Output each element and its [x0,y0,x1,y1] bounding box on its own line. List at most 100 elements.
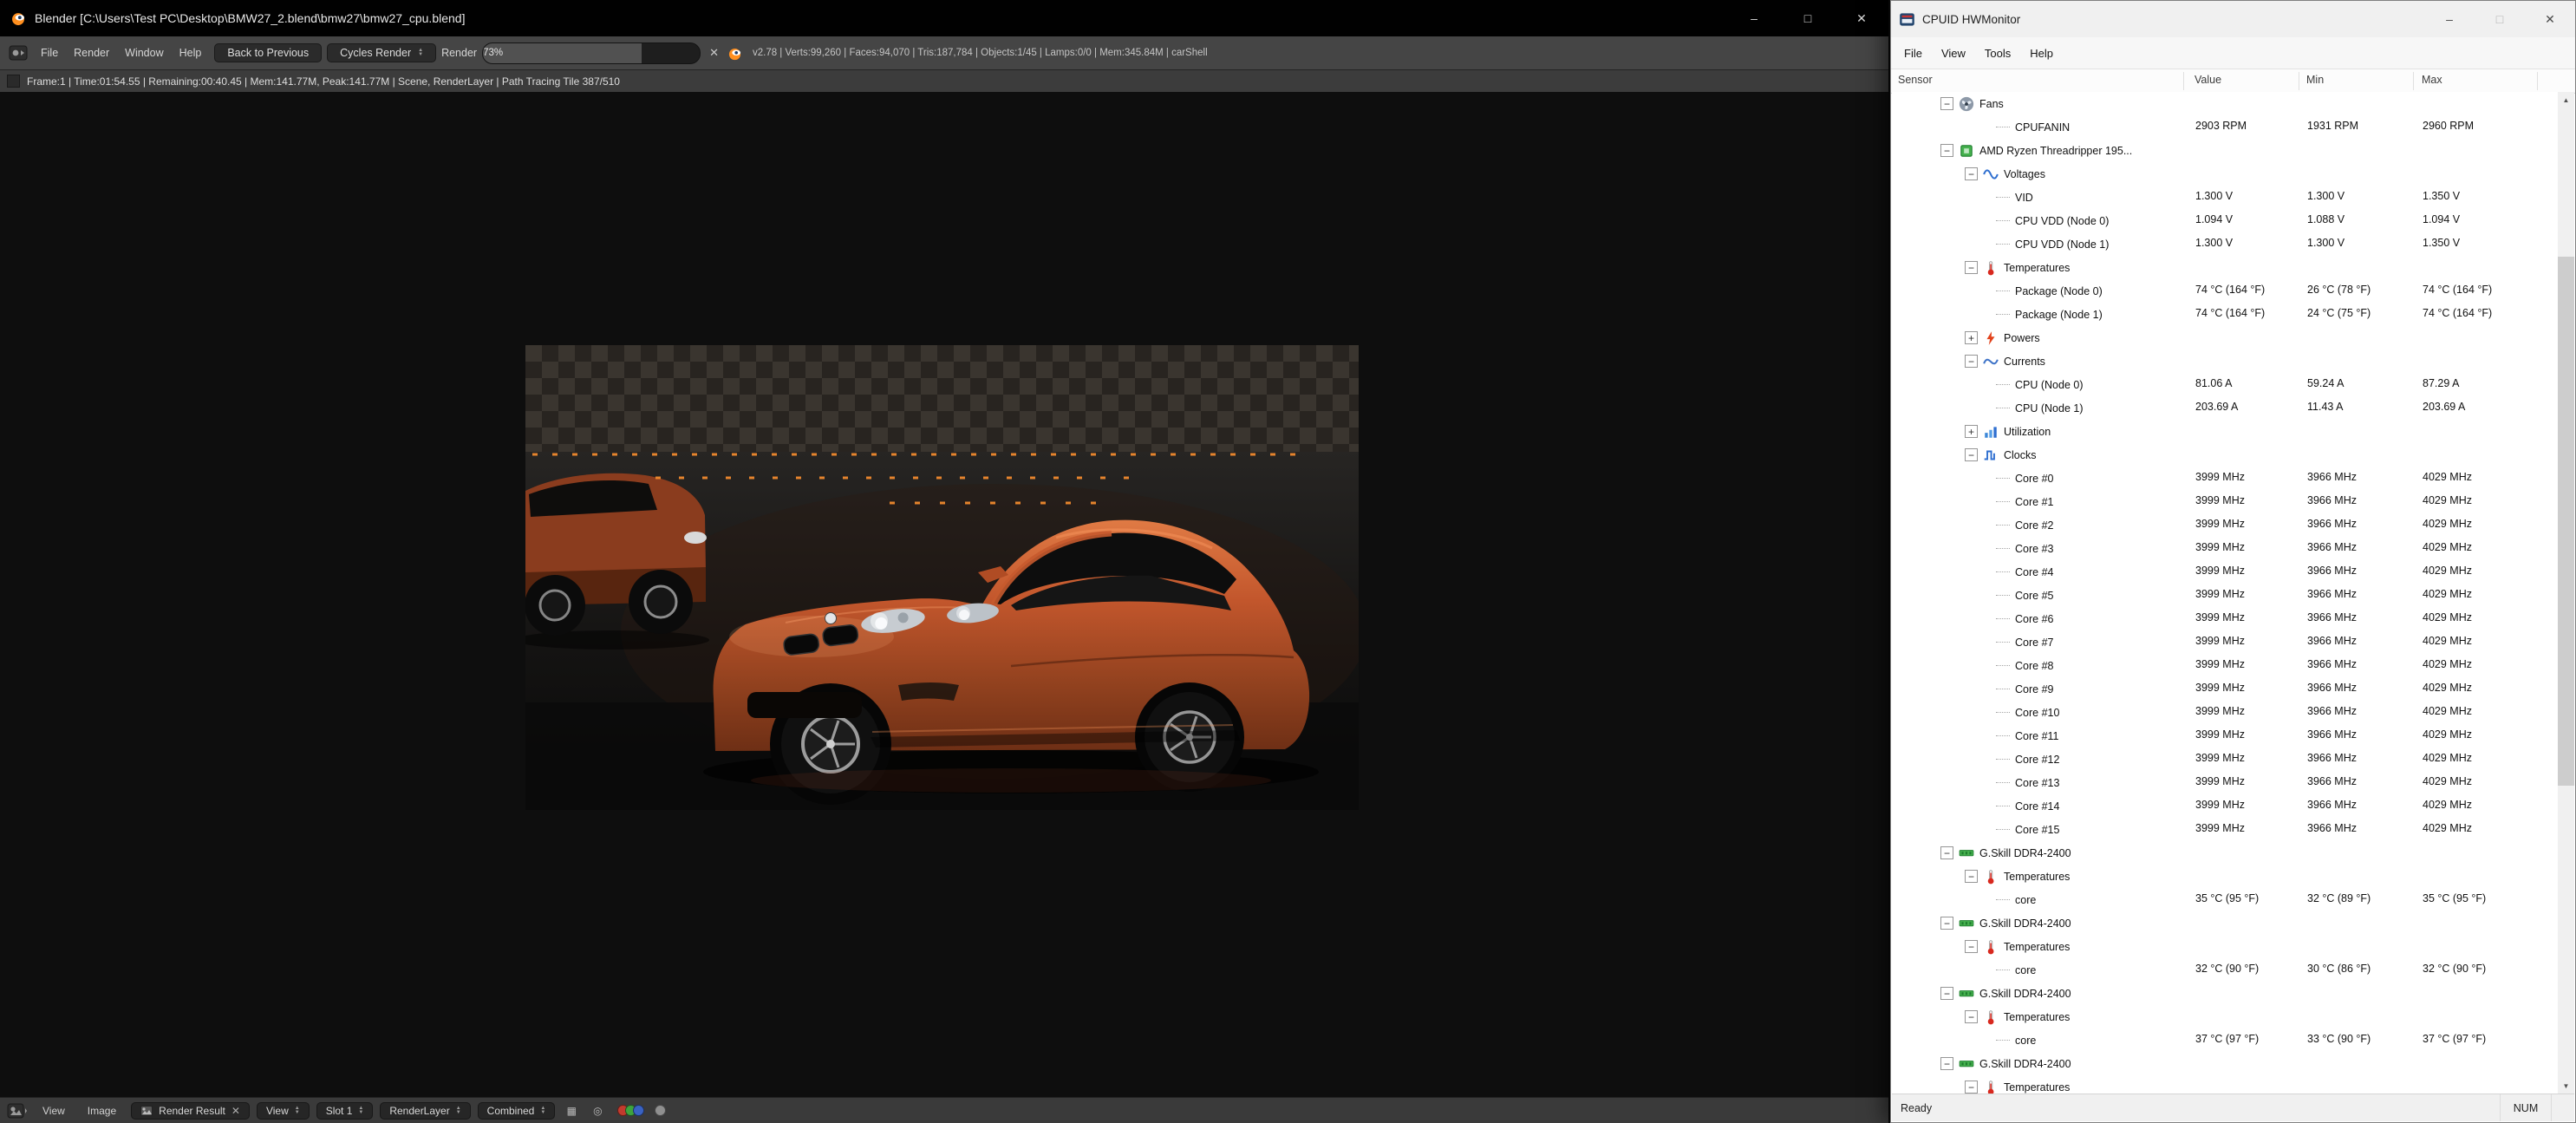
collapse-icon[interactable]: − [1965,940,1978,953]
expand-icon[interactable]: + [1965,425,1978,438]
sensor-group-row[interactable]: −Fans [1892,92,2558,115]
image-datablock-selector[interactable]: Render Result ✕ [131,1102,250,1120]
sensor-group-row[interactable]: −Currents [1892,349,2558,373]
collapse-icon[interactable]: − [1940,97,1953,110]
scrollbar-thumb[interactable] [2558,257,2574,786]
column-value[interactable]: Value [2194,74,2221,86]
sensor-row[interactable]: Core #153999 MHz3966 MHz4029 MHz [1892,818,2558,841]
collapse-icon[interactable]: − [1940,1057,1953,1070]
expand-icon[interactable]: + [1965,331,1978,344]
column-max[interactable]: Max [2422,74,2442,86]
sensor-group-row[interactable]: −Temperatures [1892,1075,2558,1094]
render-pass-select[interactable]: Combined ▲▼ [478,1102,556,1120]
sensor-group-row[interactable]: −G.Skill DDR4-2400 [1892,982,2558,1005]
cancel-render-icon[interactable]: ✕ [706,46,722,60]
sensor-row[interactable]: Core #113999 MHz3966 MHz4029 MHz [1892,724,2558,748]
sensor-row[interactable]: Core #83999 MHz3966 MHz4029 MHz [1892,654,2558,677]
sensor-row[interactable]: Core #73999 MHz3966 MHz4029 MHz [1892,630,2558,654]
editor-type-icon[interactable] [7,1103,28,1119]
sensor-group-row[interactable]: −G.Skill DDR4-2400 [1892,1052,2558,1075]
sensor-row[interactable]: Package (Node 1)74 °C (164 °F)24 °C (75 … [1892,303,2558,326]
column-min[interactable]: Min [2306,74,2324,86]
sensor-row[interactable]: Core #53999 MHz3966 MHz4029 MHz [1892,584,2558,607]
menu-item-file[interactable]: File [1895,47,1932,60]
sensor-group-row[interactable]: −Temperatures [1892,935,2558,958]
sensor-row[interactable]: CPUFANIN2903 RPM1931 RPM2960 RPM [1892,115,2558,139]
sensor-row[interactable]: core32 °C (90 °F)30 °C (86 °F)32 °C (90 … [1892,958,2558,982]
menu-item-render[interactable]: Render [66,47,117,59]
maximize-icon[interactable]: □ [1781,0,1835,36]
sensor-row[interactable]: Core #03999 MHz3966 MHz4029 MHz [1892,467,2558,490]
collapse-icon[interactable]: − [1965,167,1978,180]
minimize-icon[interactable]: – [2424,1,2475,37]
pivot-icon[interactable]: ◎ [588,1102,607,1120]
unlink-datablock-icon[interactable]: ✕ [232,1105,240,1117]
view-menu[interactable]: View [35,1105,73,1117]
sensor-row[interactable]: Core #43999 MHz3966 MHz4029 MHz [1892,560,2558,584]
sensor-group-row[interactable]: −G.Skill DDR4-2400 [1892,911,2558,935]
slot-select[interactable]: Slot 1 ▲▼ [316,1102,374,1120]
vertical-scrollbar[interactable]: ▲ ▼ [2558,92,2574,1094]
sensor-group-row[interactable]: +Powers [1892,326,2558,349]
sensor-row[interactable]: VID1.300 V1.300 V1.350 V [1892,186,2558,209]
column-sensor[interactable]: Sensor [1898,74,1933,86]
sensor-row[interactable]: Core #143999 MHz3966 MHz4029 MHz [1892,794,2558,818]
image-menu[interactable]: Image [80,1105,124,1117]
sensor-row[interactable]: Package (Node 0)74 °C (164 °F)26 °C (78 … [1892,279,2558,303]
view-mode-select[interactable]: View ▲▼ [257,1102,310,1120]
sensor-row[interactable]: Core #93999 MHz3966 MHz4029 MHz [1892,677,2558,701]
sensor-value: 3999 MHz [2195,611,2245,624]
sensor-row[interactable]: CPU VDD (Node 0)1.094 V1.088 V1.094 V [1892,209,2558,232]
sensor-group-row[interactable]: −Clocks [1892,443,2558,467]
collapse-icon[interactable]: − [1940,987,1953,1000]
render-engine-select[interactable]: Cycles Render ▲▼ [327,43,436,62]
sensor-group-row[interactable]: +Utilization [1892,420,2558,443]
sensor-group-row[interactable]: −Temperatures [1892,865,2558,888]
sensor-row[interactable]: CPU VDD (Node 1)1.300 V1.300 V1.350 V [1892,232,2558,256]
sensor-row[interactable]: Core #33999 MHz3966 MHz4029 MHz [1892,537,2558,560]
collapse-icon[interactable]: − [1965,1010,1978,1023]
collapse-icon[interactable]: − [1940,846,1953,859]
collapse-icon[interactable]: − [1940,917,1953,930]
sensor-row[interactable]: CPU (Node 0)81.06 A59.24 A87.29 A [1892,373,2558,396]
back-to-previous-button[interactable]: Back to Previous [214,43,322,62]
menu-item-tools[interactable]: Tools [1975,47,2020,60]
sensor-row[interactable]: Core #133999 MHz3966 MHz4029 MHz [1892,771,2558,794]
sensor-group-row[interactable]: −Voltages [1892,162,2558,186]
menu-item-window[interactable]: Window [117,47,171,59]
collapse-icon[interactable]: − [1965,870,1978,883]
collapse-icon[interactable]: − [1940,144,1953,157]
rgb-channels-icon[interactable] [617,1105,644,1116]
sensor-row[interactable]: Core #13999 MHz3966 MHz4029 MHz [1892,490,2558,513]
scroll-up-icon[interactable]: ▲ [2558,92,2574,108]
maximize-icon[interactable]: □ [2475,1,2525,37]
menu-item-help[interactable]: Help [2020,47,2063,60]
sensor-row[interactable]: core37 °C (97 °F)33 °C (90 °F)37 °C (97 … [1892,1028,2558,1052]
alpha-channel-icon[interactable] [655,1105,666,1116]
sensor-group-row[interactable]: −Temperatures [1892,256,2558,279]
sensor-row[interactable]: Core #103999 MHz3966 MHz4029 MHz [1892,701,2558,724]
resize-grip[interactable] [2551,1094,2574,1121]
sensor-row[interactable]: Core #23999 MHz3966 MHz4029 MHz [1892,513,2558,537]
render-layer-select[interactable]: RenderLayer ▲▼ [380,1102,470,1120]
sensor-row[interactable]: Core #123999 MHz3966 MHz4029 MHz [1892,748,2558,771]
editor-type-icon[interactable] [9,45,28,61]
sensor-row[interactable]: core35 °C (95 °F)32 °C (89 °F)35 °C (95 … [1892,888,2558,911]
collapse-icon[interactable]: − [1965,261,1978,274]
menu-item-file[interactable]: File [33,47,66,59]
draw-channels-icon[interactable]: ▦ [562,1102,581,1120]
menu-item-view[interactable]: View [1932,47,1975,60]
sensor-row[interactable]: Core #63999 MHz3966 MHz4029 MHz [1892,607,2558,630]
scroll-down-icon[interactable]: ▼ [2558,1078,2574,1094]
close-icon[interactable]: ✕ [1835,0,1888,36]
sensor-group-row[interactable]: −AMD Ryzen Threadripper 195... [1892,139,2558,162]
sensor-group-row[interactable]: −G.Skill DDR4-2400 [1892,841,2558,865]
sensor-group-row[interactable]: −Temperatures [1892,1005,2558,1028]
close-icon[interactable]: ✕ [2525,1,2575,37]
minimize-icon[interactable]: – [1727,0,1781,36]
menu-item-help[interactable]: Help [172,47,210,59]
sensor-row[interactable]: CPU (Node 1)203.69 A11.43 A203.69 A [1892,396,2558,420]
collapse-icon[interactable]: − [1965,1081,1978,1094]
collapse-icon[interactable]: − [1965,355,1978,368]
collapse-icon[interactable]: − [1965,448,1978,461]
